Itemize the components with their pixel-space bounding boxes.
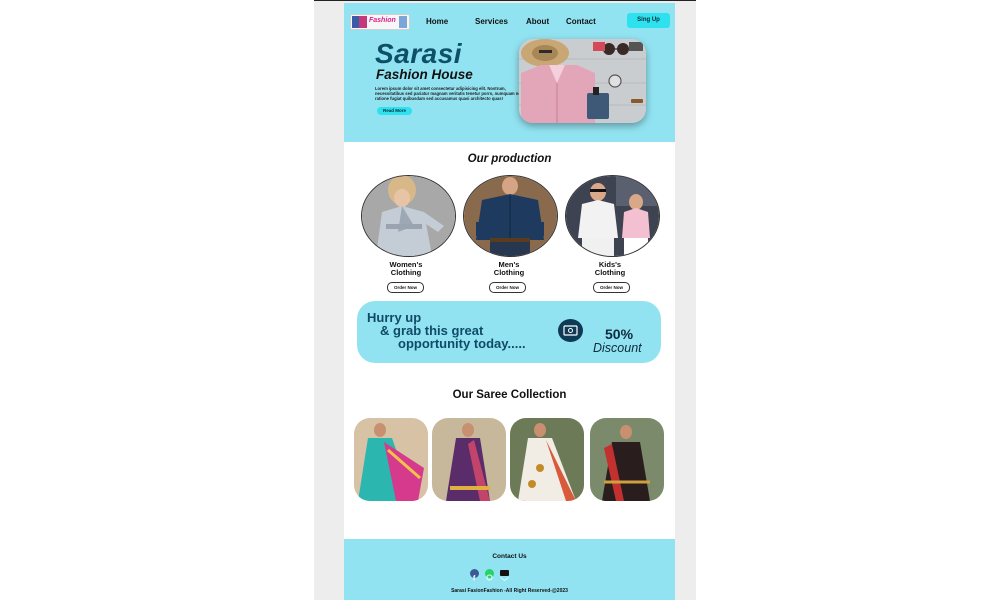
saree-image-3[interactable]	[510, 418, 584, 501]
hero-title: Sarasi	[375, 38, 463, 69]
copyright-text: Sarasi FasionFashion -All Right Reserved…	[451, 588, 568, 594]
read-more-button[interactable]: Read More	[377, 107, 412, 115]
whatsapp-icon[interactable]	[485, 569, 494, 581]
logo-swatch	[399, 16, 407, 28]
contact-us-link[interactable]: Contact Us	[344, 553, 675, 560]
fashion-flatlay-illustration	[519, 39, 646, 123]
womens-clothing-label: Women's Clothing	[366, 261, 446, 277]
logo-text: Fashion	[369, 17, 396, 24]
saree-image-2[interactable]	[432, 418, 506, 501]
saree-image-1[interactable]	[354, 418, 428, 501]
saree-illustration	[590, 418, 664, 501]
nav-about[interactable]: About	[526, 17, 549, 26]
nav-home[interactable]: Home	[426, 17, 448, 26]
site-logo[interactable]: Fashion	[350, 14, 410, 30]
money-icon	[558, 319, 583, 342]
label-line: Clothing	[594, 268, 626, 277]
saree-illustration	[354, 418, 428, 501]
kids-clothing-image[interactable]	[565, 175, 660, 257]
mens-clothing-illustration	[464, 176, 557, 256]
website-page: Fashion Home Services About Contact Sing…	[344, 3, 675, 600]
womens-clothing-image[interactable]	[361, 175, 456, 257]
womens-clothing-illustration	[362, 176, 455, 256]
saree-collection-title: Our Saree Collection	[452, 389, 567, 401]
saree-illustration	[432, 418, 506, 501]
hero-description: Lorem ipsum dolor sit amet consectetur a…	[375, 86, 529, 101]
svg-text:f: f	[473, 576, 476, 583]
order-now-button-men[interactable]: Order Now	[489, 282, 526, 293]
promo-line-3: opportunity today.....	[398, 336, 526, 351]
discount-percent: 50%	[605, 326, 634, 342]
money-icon-glyph	[563, 325, 578, 336]
email-icon-glyph	[500, 577, 509, 581]
hero-section: Fashion Home Services About Contact Sing…	[344, 3, 675, 142]
nav-contact[interactable]: Contact	[566, 17, 596, 26]
production-title: Our production	[467, 153, 552, 165]
saree-image-4[interactable]	[590, 418, 664, 501]
hero-image	[519, 39, 646, 123]
facebook-icon[interactable]: f	[470, 569, 479, 583]
discount-banner[interactable]: Hurry up & grab this great opportunity t…	[357, 301, 661, 363]
kids-clothing-illustration	[566, 176, 659, 256]
email-icon[interactable]	[500, 570, 509, 581]
hero-subtitle: Fashion House	[376, 67, 473, 82]
discount-label: Discount	[593, 341, 642, 355]
nav-services[interactable]: Services	[475, 17, 508, 26]
logo-swatch	[359, 16, 367, 28]
order-now-button-women[interactable]: Order Now	[387, 282, 424, 293]
kids-clothing-label: Kids's Clothing	[570, 261, 650, 277]
label-line: Clothing	[493, 268, 525, 277]
label-line: Clothing	[390, 268, 422, 277]
facebook-icon-glyph: f	[473, 576, 476, 583]
whatsapp-icon-glyph	[486, 574, 493, 581]
mens-clothing-image[interactable]	[463, 175, 558, 257]
footer: Contact Us f Sarasi FasionFashion -All R…	[344, 539, 675, 600]
order-now-button-kids[interactable]: Order Now	[593, 282, 630, 293]
signup-button[interactable]: Sing Up	[627, 13, 670, 28]
mens-clothing-label: Men's Clothing	[469, 261, 549, 277]
saree-illustration	[510, 418, 584, 501]
